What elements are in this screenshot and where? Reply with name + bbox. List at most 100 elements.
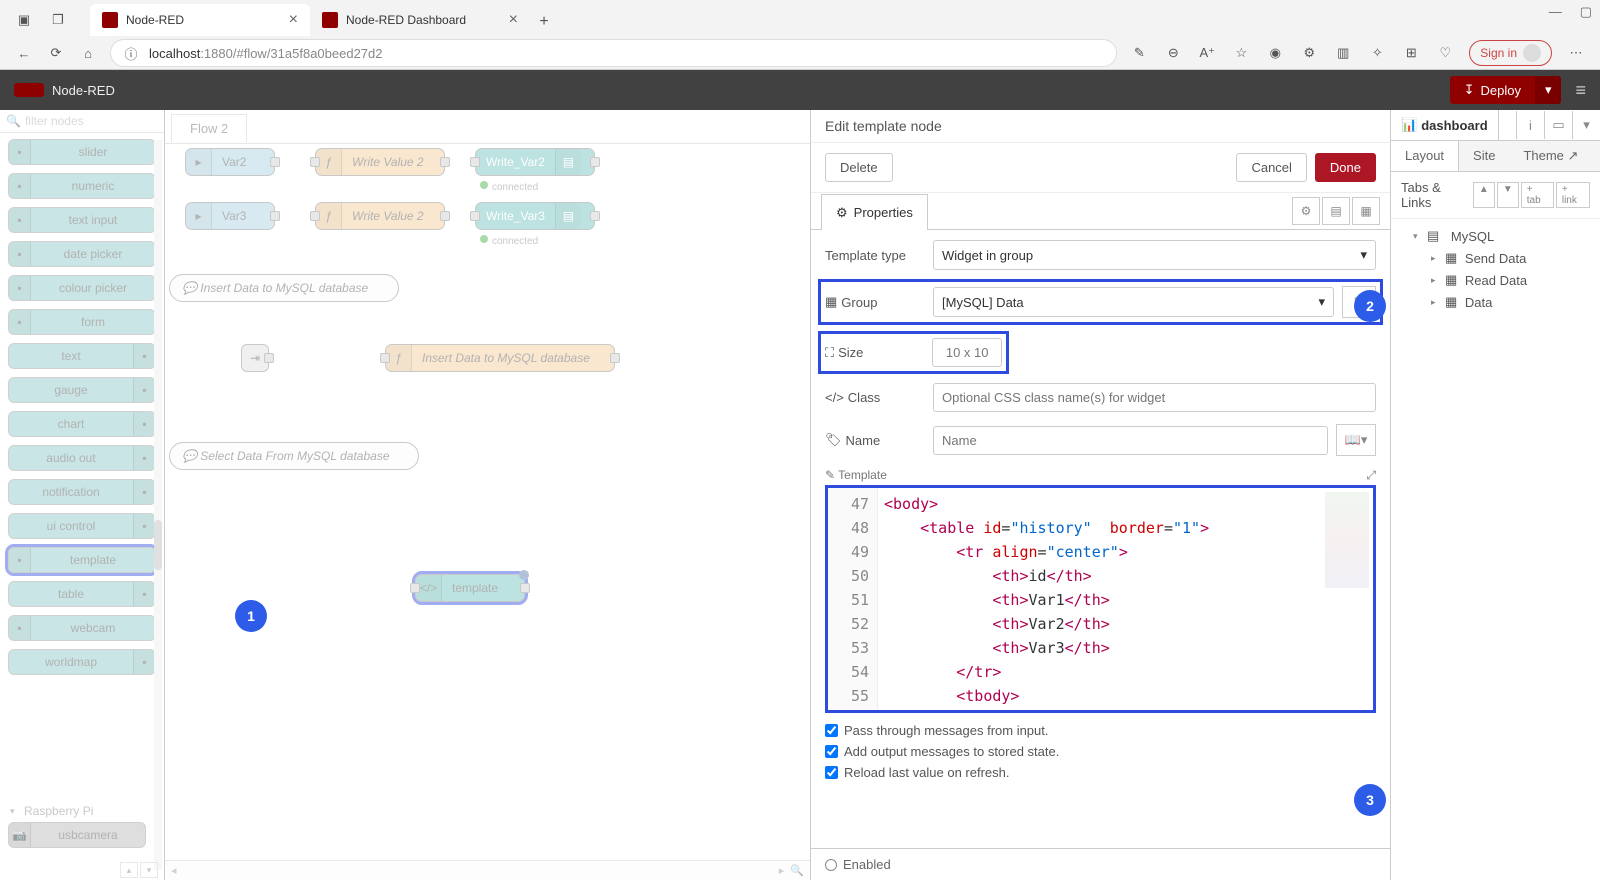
health-icon[interactable]: ♡ bbox=[1435, 43, 1455, 63]
tree-item-read-data[interactable]: ▸▦ Read Data bbox=[1399, 269, 1592, 291]
node-template[interactable]: </>template bbox=[415, 574, 525, 602]
subtab-site[interactable]: Site bbox=[1459, 141, 1509, 171]
palette-node-gauge[interactable]: gauge▪ bbox=[8, 377, 156, 403]
palette-node-text[interactable]: text▪ bbox=[8, 343, 156, 369]
expand-icon[interactable]: ⤢ bbox=[1366, 468, 1376, 483]
node-comment-select[interactable]: 💬 Select Data From MySQL database bbox=[169, 442, 419, 470]
palette-node-slider[interactable]: ▪slider bbox=[8, 139, 156, 165]
back-icon[interactable]: ← bbox=[14, 43, 34, 63]
book-icon[interactable]: ▭ bbox=[1544, 111, 1572, 139]
palette-node-table[interactable]: table▪ bbox=[8, 581, 156, 607]
check-add-output[interactable]: Add output messages to stored state. bbox=[825, 744, 1376, 759]
move-up-button[interactable]: ▲ bbox=[1473, 182, 1495, 208]
template-code-editor[interactable]: 474849505152535455 <body> <table id="his… bbox=[825, 485, 1376, 713]
key-icon[interactable]: ✎ bbox=[1129, 43, 1149, 63]
palette-category[interactable]: ▾Raspberry Pi bbox=[8, 800, 95, 822]
palette-node-colour-picker[interactable]: ▪colour picker bbox=[8, 275, 156, 301]
size-input[interactable]: 10 x 10 bbox=[932, 338, 1002, 367]
scroll-right-icon[interactable]: ▸ bbox=[779, 864, 785, 877]
palette-node-form[interactable]: ▪form bbox=[8, 309, 156, 335]
more-icon[interactable]: ⋯ bbox=[1566, 43, 1586, 63]
palette-node-template[interactable]: ▪template bbox=[8, 547, 156, 573]
puzzle-icon[interactable]: ⚙ bbox=[1299, 43, 1319, 63]
app-icon[interactable]: ⊞ bbox=[1401, 43, 1421, 63]
read-icon[interactable]: A⁺ bbox=[1197, 43, 1217, 63]
favorite-icon[interactable]: ☆ bbox=[1231, 43, 1251, 63]
extension-icon[interactable]: ◉ bbox=[1265, 43, 1285, 63]
add-link-button[interactable]: + link bbox=[1556, 182, 1590, 208]
group-select[interactable]: [MySQL] Data▾ bbox=[933, 287, 1334, 317]
cancel-button[interactable]: Cancel bbox=[1236, 153, 1306, 182]
node-writevalue2b[interactable]: ƒWrite Value 2 bbox=[315, 202, 445, 230]
node-writevar2[interactable]: Write_Var2▤connected bbox=[475, 148, 595, 176]
subtab-theme[interactable]: Theme ↗ bbox=[1509, 141, 1592, 171]
enabled-toggle[interactable] bbox=[825, 859, 837, 871]
check-passthrough[interactable]: Pass through messages from input. bbox=[825, 723, 1376, 738]
settings-icon[interactable]: ⚙ bbox=[1292, 197, 1320, 225]
tree-item-send-data[interactable]: ▸▦ Send Data bbox=[1399, 247, 1592, 269]
flow-tab[interactable]: Flow 2 bbox=[171, 114, 247, 142]
description-icon[interactable]: ▤ bbox=[1322, 197, 1350, 225]
refresh-icon[interactable]: ⟳ bbox=[46, 43, 66, 63]
subtab-layout[interactable]: Layout bbox=[1391, 141, 1459, 171]
palette-node-usbcamera[interactable]: 📷usbcamera bbox=[8, 822, 146, 848]
node-writevalue2a[interactable]: ƒWrite Value 2 bbox=[315, 148, 445, 176]
minimize-icon[interactable]: — bbox=[1549, 4, 1562, 20]
palette-scrollbar[interactable] bbox=[154, 140, 162, 870]
template-type-select[interactable]: Widget in group▾ bbox=[933, 240, 1376, 270]
close-icon[interactable]: × bbox=[509, 11, 518, 29]
window-copy-icon[interactable]: ❐ bbox=[46, 8, 70, 32]
info-icon[interactable]: ⓘ bbox=[121, 43, 141, 63]
palette-node-worldmap[interactable]: worldmap▪ bbox=[8, 649, 156, 675]
check-reload[interactable]: Reload last value on refresh. bbox=[825, 765, 1376, 780]
palette-node-audio-out[interactable]: audio out▪ bbox=[8, 445, 156, 471]
deploy-button[interactable]: ↧ Deploy bbox=[1450, 76, 1535, 104]
search-icon[interactable]: 🔍 bbox=[790, 864, 804, 877]
menu-icon[interactable]: ≡ bbox=[1575, 80, 1586, 101]
node-link-in[interactable]: ⇥ bbox=[241, 344, 269, 372]
browser-tab-2[interactable]: Node-RED Dashboard × bbox=[310, 4, 530, 36]
name-type-button[interactable]: 📖▾ bbox=[1336, 424, 1376, 456]
add-tab-button[interactable]: + tab bbox=[1521, 182, 1554, 208]
tree-item-data[interactable]: ▸▦ Data bbox=[1399, 291, 1592, 313]
name-input[interactable] bbox=[933, 426, 1328, 455]
signin-button[interactable]: Sign in bbox=[1469, 40, 1552, 66]
close-icon[interactable]: × bbox=[289, 11, 298, 29]
palette-node-text-input[interactable]: ▪text input bbox=[8, 207, 156, 233]
node-insert-fn[interactable]: ƒInsert Data to MySQL database bbox=[385, 344, 615, 372]
address-bar[interactable]: ⓘ localhost:1880/#flow/31a5f8a0beed27d2 bbox=[110, 39, 1117, 67]
node-var3[interactable]: ▸Var3 bbox=[185, 202, 275, 230]
palette-collapse-up[interactable]: ▴ bbox=[120, 862, 138, 878]
node-comment-insert[interactable]: 💬 Insert Data to MySQL database bbox=[169, 274, 399, 302]
collections-icon[interactable]: ▥ bbox=[1333, 43, 1353, 63]
minimap[interactable] bbox=[1325, 492, 1369, 588]
move-down-button[interactable]: ▼ bbox=[1497, 182, 1519, 208]
palette-node-ui-control[interactable]: ui control▪ bbox=[8, 513, 156, 539]
zoom-icon[interactable]: ⊖ bbox=[1163, 43, 1183, 63]
palette-node-notification[interactable]: notification▪ bbox=[8, 479, 156, 505]
node-var2[interactable]: ▸Var2 bbox=[185, 148, 275, 176]
node-writevar3[interactable]: Write_Var3▤connected bbox=[475, 202, 595, 230]
palette-collapse-down[interactable]: ▾ bbox=[140, 862, 158, 878]
flow-canvas[interactable]: Flow 2 ▸Var2 ƒWrite Value 2 Write_Var2▤c… bbox=[165, 110, 810, 880]
info-icon[interactable]: i bbox=[1516, 111, 1544, 139]
star-list-icon[interactable]: ✧ bbox=[1367, 43, 1387, 63]
done-button[interactable]: Done bbox=[1315, 153, 1376, 182]
browser-tab-1[interactable]: Node-RED × bbox=[90, 4, 310, 36]
sidebar-tab-dashboard[interactable]: 📊dashboard bbox=[1391, 110, 1499, 140]
delete-button[interactable]: Delete bbox=[825, 153, 893, 182]
maximize-icon[interactable]: ▢ bbox=[1580, 4, 1592, 20]
palette-node-chart[interactable]: chart▪ bbox=[8, 411, 156, 437]
caret-icon[interactable]: ▾ bbox=[1572, 111, 1600, 139]
palette-node-numeric[interactable]: ▪numeric bbox=[8, 173, 156, 199]
scroll-left-icon[interactable]: ◂ bbox=[171, 864, 177, 877]
home-icon[interactable]: ⌂ bbox=[78, 43, 98, 63]
deploy-menu-caret[interactable]: ▾ bbox=[1535, 76, 1562, 104]
new-tab-button[interactable]: + bbox=[530, 8, 558, 36]
properties-tab[interactable]: ⚙Properties bbox=[821, 194, 928, 230]
tree-root[interactable]: ▾▤ MySQL bbox=[1399, 225, 1592, 247]
class-input[interactable] bbox=[933, 383, 1376, 412]
palette-node-date-picker[interactable]: ▪date picker bbox=[8, 241, 156, 267]
appearance-icon[interactable]: ▦ bbox=[1352, 197, 1380, 225]
palette-node-webcam[interactable]: ▪webcam bbox=[8, 615, 156, 641]
